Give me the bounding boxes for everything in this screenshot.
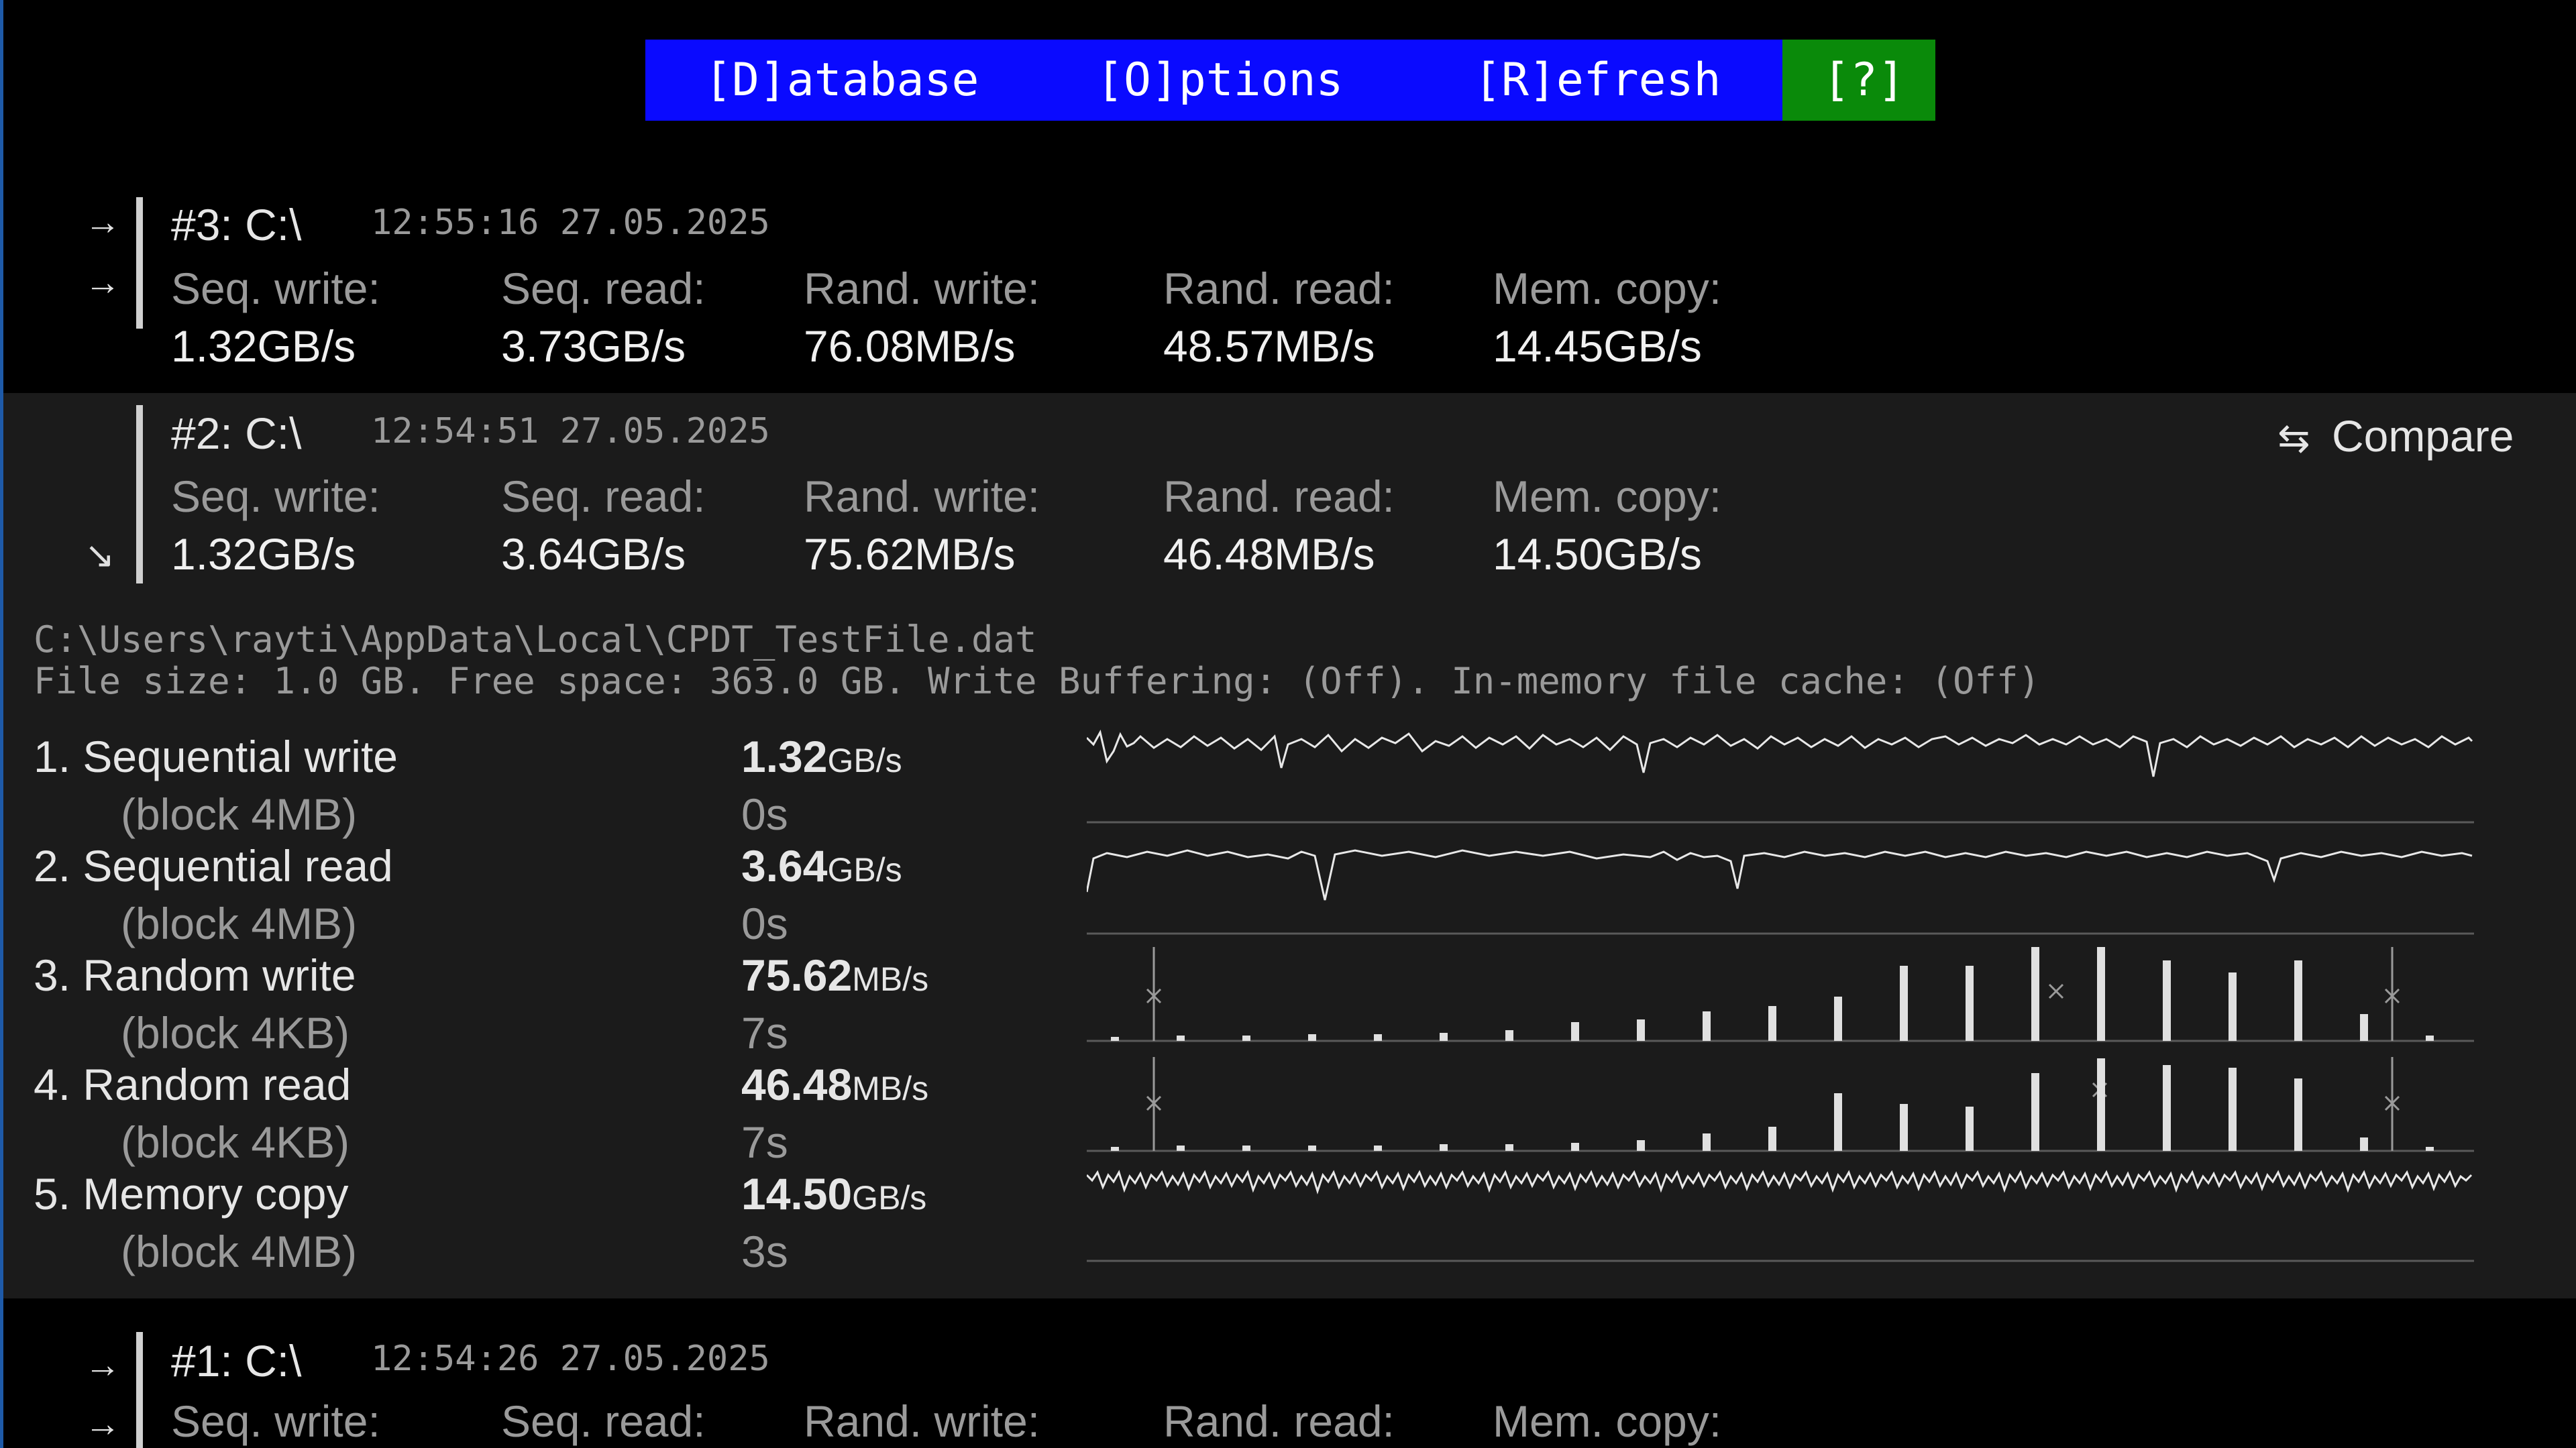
header-rand-read: Rand. read: [1163,1396,1395,1446]
graph-rand-write [1087,947,2474,1042]
test-value: 75.62 [741,950,853,1000]
menu-bar: [D]atabase [O]ptions [R]efresh [?] [645,40,1935,121]
result-time: 12:55:16 27.05.2025 [371,203,770,243]
row-marker-bar [136,1332,143,1448]
test-block: (block 4KB) [121,1008,350,1058]
arrow-diagonal-icon: ↘ [85,535,115,575]
menu-database[interactable]: [D]atabase [704,40,979,121]
result-title: #3: C:\ [171,200,302,249]
result-title: #2: C:\ [171,408,302,458]
test-unit: GB/s [852,1179,927,1217]
result-time: 12:54:26 27.05.2025 [371,1339,770,1379]
value-rand-read: 46.48MB/s [1163,529,1375,579]
header-mem-copy: Mem. copy: [1493,1396,1722,1446]
test-time: 0s [741,899,788,948]
compare-label: Compare [2331,411,2514,461]
test-value-line: 3.64GB/s [741,840,902,891]
value-seq-read: 3.73GB/s [501,321,686,371]
result-time: 12:54:51 27.05.2025 [371,411,770,451]
compare-button[interactable]: ⇆ Compare [2277,410,2514,461]
value-rand-write: 75.62MB/s [804,529,1016,579]
arrow-icon: → [85,1404,121,1444]
arrow-icon: → [85,262,121,302]
graph-seq-write [1087,729,2474,824]
header-seq-write: Seq. write: [171,1396,380,1446]
test-name: 5. Memory copy [34,1169,349,1219]
header-rand-write: Rand. write: [804,264,1040,313]
test-name: 3. Random write [34,950,356,1000]
value-rand-read: 48.57MB/s [1163,321,1375,371]
test-time: 7s [741,1117,788,1167]
row-marker-bar [136,405,143,583]
test-name: 1. Sequential write [34,732,398,781]
throughput-graphs [1087,729,2474,1262]
header-seq-read: Seq. read: [501,1396,706,1446]
test-block: (block 4KB) [121,1117,350,1167]
header-rand-write: Rand. write: [804,471,1040,521]
test-unit: MB/s [852,960,929,998]
test-time: 3s [741,1227,788,1276]
header-rand-read: Rand. read: [1163,471,1395,521]
compare-icon: ⇆ [2277,416,2310,460]
menu-help[interactable]: [?] [1782,40,1935,121]
row-marker-bar [136,197,143,329]
menu-options[interactable]: [O]ptions [1096,40,1343,121]
arrow-icon: → [85,1345,121,1385]
value-seq-write: 1.32GB/s [171,321,356,371]
header-mem-copy: Mem. copy: [1493,471,1722,521]
test-name: 4. Random read [34,1060,352,1109]
file-info: File size: 1.0 GB. Free space: 363.0 GB.… [34,660,2040,702]
test-value: 3.64 [741,841,828,891]
test-value-line: 75.62MB/s [741,950,928,1001]
test-block: (block 4MB) [121,789,358,839]
menu-help-label: [?] [1823,54,1905,107]
value-seq-read: 3.64GB/s [501,529,686,579]
graph-seq-read [1087,849,2474,935]
test-block: (block 4MB) [121,899,358,948]
file-path: C:\Users\rayti\AppData\Local\CPDT_TestFi… [34,618,1037,661]
test-unit: MB/s [852,1070,929,1107]
graph-mem-copy [1087,1170,2474,1262]
header-seq-write: Seq. write: [171,471,380,521]
test-value-line: 14.50GB/s [741,1168,926,1219]
header-seq-read: Seq. read: [501,264,706,313]
test-value: 1.32 [741,732,828,781]
value-mem-copy: 14.50GB/s [1493,529,1702,579]
header-mem-copy: Mem. copy: [1493,264,1722,313]
value-seq-write: 1.32GB/s [171,529,356,579]
header-seq-write: Seq. write: [171,264,380,313]
test-unit: GB/s [827,742,902,779]
graph-rand-read [1087,1057,2474,1152]
test-value-line: 1.32GB/s [741,731,902,782]
header-rand-write: Rand. write: [804,1396,1040,1446]
test-value: 14.50 [741,1169,853,1219]
test-value-line: 46.48MB/s [741,1059,928,1110]
header-seq-read: Seq. read: [501,471,706,521]
test-block: (block 4MB) [121,1227,358,1276]
value-rand-write: 76.08MB/s [804,321,1016,371]
test-name: 2. Sequential read [34,841,393,891]
header-rand-read: Rand. read: [1163,264,1395,313]
menu-refresh[interactable]: [R]efresh [1474,40,1721,121]
value-mem-copy: 14.45GB/s [1493,321,1702,371]
test-value: 46.48 [741,1060,853,1109]
test-unit: GB/s [827,851,902,889]
test-time: 7s [741,1008,788,1058]
arrow-icon: → [85,202,121,242]
test-time: 0s [741,789,788,839]
result-title: #1: C:\ [171,1336,302,1386]
